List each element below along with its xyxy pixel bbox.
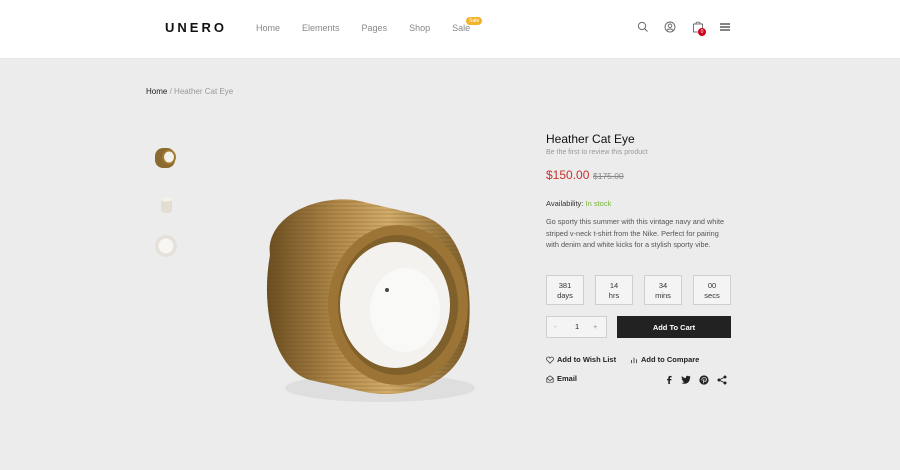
cart-icon[interactable]: 0 [692,20,706,36]
thumbnail-3[interactable] [151,232,181,262]
pinterest-icon[interactable] [699,375,709,385]
twitter-icon[interactable] [681,375,691,385]
nav-shop[interactable]: Shop [409,23,430,33]
quantity-decrease-button[interactable]: - [554,322,557,331]
countdown-days: 381 days [546,275,584,305]
countdown-seconds-value: 00 [707,281,717,290]
search-icon[interactable] [637,20,651,34]
compare-icon [631,357,637,364]
countdown-minutes: 34 mins [644,275,682,305]
add-to-wishlist-label: Add to Wish List [557,355,617,364]
countdown-minutes-unit: mins [655,291,671,300]
breadcrumb: Home / Heather Cat Eye [146,87,233,96]
countdown-hours: 14 hrs [595,275,633,305]
site-header: UNERO Home Elements Pages Shop Sale Sale… [0,0,900,59]
nav-home[interactable]: Home [256,23,280,33]
thumbnail-2[interactable] [151,192,181,222]
countdown-minutes-value: 34 [658,281,668,290]
main-product-image[interactable] [230,160,495,430]
menu-icon[interactable] [719,20,733,34]
countdown-seconds-unit: secs [704,291,720,300]
email-icon [546,375,554,383]
breadcrumb-separator: / [169,87,172,96]
nav-elements[interactable]: Elements [302,23,340,33]
quantity-increase-button[interactable]: + [593,322,597,331]
product-price: $150.00 [546,168,590,182]
share-icon[interactable] [717,375,727,385]
add-to-wishlist-link[interactable]: Add to Wish List [546,355,616,364]
review-link[interactable]: Be the first to review this product [546,149,648,156]
email-link[interactable]: Email [546,374,577,383]
nav-pages[interactable]: Pages [362,23,388,33]
sale-badge: Sale [466,17,483,25]
breadcrumb-current: Heather Cat Eye [174,87,234,96]
email-label: Email [557,374,578,383]
add-to-compare-link[interactable]: Add to Compare [630,355,699,364]
countdown-days-unit: days [557,291,573,300]
availability: Availability: In stock [546,199,611,208]
availability-label: Availability: [546,199,584,208]
cart-count-badge: 0 [698,28,706,36]
thumbnail-1[interactable] [151,142,181,172]
main-nav: Home Elements Pages Shop Sale Sale [256,17,483,33]
old-price: $175.00 [593,171,624,181]
nav-sale[interactable]: Sale Sale [452,17,483,33]
countdown-days-value: 381 [558,281,572,290]
add-to-cart-button[interactable]: Add To Cart [617,316,731,338]
product-description: Go sporty this summer with this vintage … [546,217,725,249]
facebook-icon[interactable] [664,375,674,385]
quantity-stepper: - 1 + [546,316,607,338]
add-to-compare-label: Add to Compare [641,355,700,364]
site-logo[interactable]: UNERO [165,20,227,35]
countdown-hours-value: 14 [609,281,619,290]
countdown-seconds: 00 secs [693,275,731,305]
countdown-hours-unit: hrs [608,291,620,300]
availability-value: In stock [585,199,612,208]
breadcrumb-home[interactable]: Home [146,87,167,96]
product-title: Heather Cat Eye [546,132,635,146]
heart-icon [546,356,554,364]
quantity-value[interactable]: 1 [575,322,579,331]
account-icon[interactable] [664,20,678,34]
